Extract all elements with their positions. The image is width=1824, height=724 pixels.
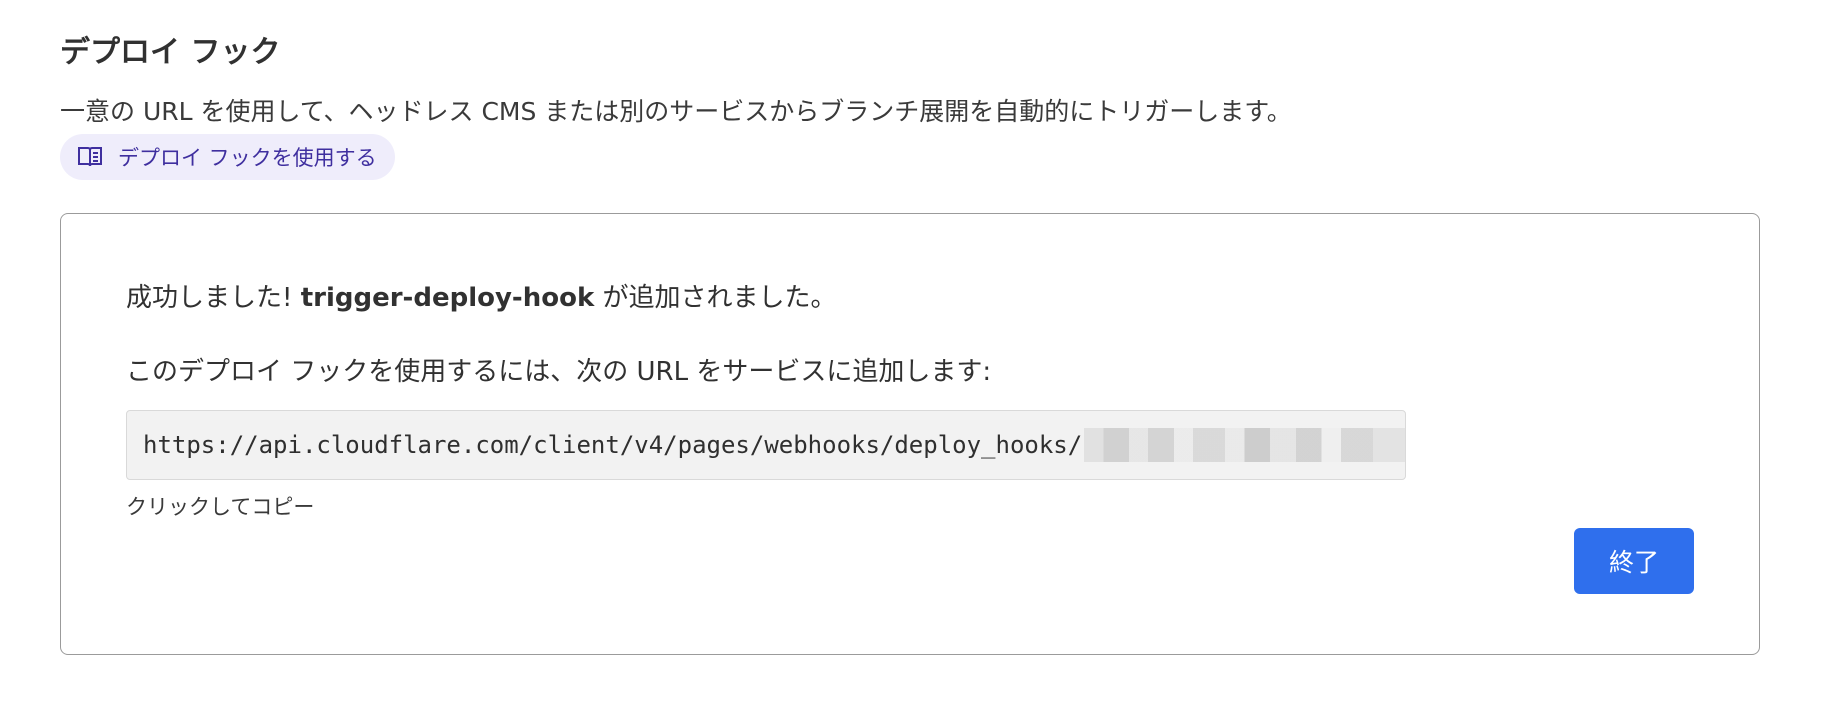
redacted-url-token	[1084, 428, 1405, 462]
section-description: 一意の URL を使用して、ヘッドレス CMS または別のサービスからブランチ展…	[60, 97, 1292, 126]
deploy-hook-url-text: https://api.cloudflare.com/client/v4/pag…	[143, 431, 1083, 459]
done-button[interactable]: 終了	[1574, 528, 1694, 594]
book-icon	[76, 143, 104, 171]
section-title: デプロイ フック	[60, 35, 281, 70]
hook-name: trigger-deploy-hook	[300, 283, 595, 313]
success-prefix: 成功しました!	[126, 283, 293, 313]
deploy-hook-url-field[interactable]: https://api.cloudflare.com/client/v4/pag…	[126, 410, 1406, 480]
url-instruction: このデプロイ フックを使用するには、次の URL をサービスに追加します:	[126, 357, 992, 387]
deploy-hook-docs-label: デプロイ フックを使用する	[118, 146, 377, 170]
success-suffix: が追加されました。	[602, 283, 837, 313]
deploy-hook-docs-link[interactable]: デプロイ フックを使用する	[60, 134, 395, 180]
success-message: 成功しました! trigger-deploy-hook が追加されました。	[126, 278, 837, 318]
click-to-copy-hint[interactable]: クリックしてコピー	[126, 492, 314, 522]
success-card: 成功しました! trigger-deploy-hook が追加されました。 この…	[60, 213, 1760, 655]
